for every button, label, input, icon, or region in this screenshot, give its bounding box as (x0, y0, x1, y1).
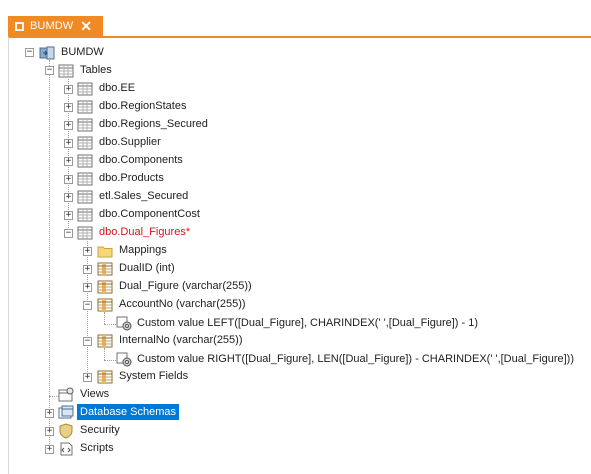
field-icon (97, 334, 113, 348)
tree-node-table[interactable]: dbo.EE (96, 79, 138, 97)
expand-table-expander[interactable]: + (64, 85, 73, 94)
table-icon (77, 100, 93, 114)
views-label[interactable]: Views (77, 386, 112, 402)
tables-folder-icon (58, 64, 74, 78)
shield-icon (59, 423, 73, 439)
database-icon (39, 46, 55, 60)
scripts-icon (60, 442, 73, 456)
project-tree: − BUMDW − Tables + dbo.EE + dbo.RegionSt… (0, 0, 591, 474)
tree-node-field[interactable]: AccountNo (varchar(255)) (116, 295, 249, 313)
tree-node-table[interactable]: etl.Sales_Secured (96, 187, 191, 205)
table-icon (77, 118, 93, 132)
expand-field-expander[interactable]: + (83, 283, 92, 292)
tree-node-scripts[interactable]: Scripts (77, 439, 117, 457)
expand-security-expander[interactable]: + (45, 427, 54, 436)
expand-table-expander[interactable]: + (64, 121, 73, 130)
tree-root-node[interactable]: BUMDW (58, 43, 107, 61)
tree-node-table[interactable]: dbo.Regions_Secured (96, 115, 211, 133)
tree-node-field[interactable]: DualID (int) (116, 259, 178, 277)
custom-value-icon (116, 316, 132, 331)
field-label[interactable]: Dual_Figure (varchar(255)) (116, 278, 255, 294)
collapse-field-expander[interactable]: − (83, 301, 92, 310)
security-label[interactable]: Security (77, 422, 123, 438)
field-icon (97, 262, 113, 276)
custom-value-label[interactable]: Custom value RIGHT([Dual_Figure], LEN([D… (134, 351, 577, 367)
expand-table-expander[interactable]: + (64, 175, 73, 184)
tree-node-table[interactable]: dbo.Components (96, 151, 186, 169)
table-label[interactable]: dbo.ComponentCost (96, 206, 203, 222)
schemas-label[interactable]: Database Schemas (77, 404, 179, 420)
tree-node-tables[interactable]: Tables (77, 61, 115, 79)
tree-node-table[interactable]: dbo.Products (96, 169, 167, 187)
tree-node-views[interactable]: Views (77, 385, 112, 403)
tree-guide-line (49, 60, 50, 450)
field-label[interactable]: AccountNo (varchar(255)) (116, 296, 249, 312)
table-label[interactable]: dbo.Regions_Secured (96, 116, 211, 132)
collapse-root-expander[interactable]: − (25, 48, 34, 57)
tree-guide-line (104, 312, 105, 324)
tree-node-table[interactable]: dbo.ComponentCost (96, 205, 203, 223)
tree-node-custom-value[interactable]: Custom value LEFT([Dual_Figure], CHARIND… (134, 314, 481, 332)
expand-mappings-expander[interactable]: + (83, 247, 92, 256)
expand-scripts-expander[interactable]: + (45, 445, 54, 454)
tree-node-custom-value[interactable]: Custom value RIGHT([Dual_Figure], LEN([D… (134, 350, 577, 368)
collapse-table-expander[interactable]: − (64, 229, 73, 238)
expand-system-fields-expander[interactable]: + (83, 373, 92, 382)
collapse-tables-expander[interactable]: − (45, 66, 54, 75)
table-label[interactable]: dbo.Components (96, 152, 186, 168)
expand-table-expander[interactable]: + (64, 193, 73, 202)
tree-node-mappings[interactable]: Mappings (116, 241, 170, 259)
table-icon (77, 208, 93, 222)
table-icon (77, 226, 93, 240)
table-label[interactable]: dbo.EE (96, 80, 138, 96)
table-label-modified[interactable]: dbo.Dual_Figures* (96, 224, 193, 240)
table-icon (77, 136, 93, 150)
tables-label[interactable]: Tables (77, 62, 115, 78)
table-label[interactable]: dbo.Supplier (96, 134, 164, 150)
system-fields-icon (97, 370, 113, 384)
folder-icon (97, 246, 113, 258)
tree-node-security[interactable]: Security (77, 421, 123, 439)
views-icon (58, 387, 74, 402)
expand-table-expander[interactable]: + (64, 139, 73, 148)
table-icon (77, 172, 93, 186)
table-label[interactable]: etl.Sales_Secured (96, 188, 191, 204)
mappings-label[interactable]: Mappings (116, 242, 170, 258)
schemas-icon (58, 405, 74, 419)
scripts-label[interactable]: Scripts (77, 440, 117, 456)
system-fields-label[interactable]: System Fields (116, 368, 191, 384)
field-label[interactable]: DualID (int) (116, 260, 178, 276)
table-label[interactable]: dbo.RegionStates (96, 98, 189, 114)
custom-value-label[interactable]: Custom value LEFT([Dual_Figure], CHARIND… (134, 315, 481, 331)
tree-guide-line (104, 348, 105, 360)
expand-table-expander[interactable]: + (64, 157, 73, 166)
custom-value-icon (116, 352, 132, 367)
table-icon (77, 82, 93, 96)
root-label[interactable]: BUMDW (58, 44, 107, 60)
tree-node-table[interactable]: dbo.Supplier (96, 133, 164, 151)
tree-node-field[interactable]: InternalNo (varchar(255)) (116, 331, 246, 349)
tree-node-field[interactable]: Dual_Figure (varchar(255)) (116, 277, 255, 295)
tree-node-table[interactable]: dbo.RegionStates (96, 97, 189, 115)
table-label[interactable]: dbo.Products (96, 170, 167, 186)
expand-field-expander[interactable]: + (83, 265, 92, 274)
table-icon (77, 154, 93, 168)
tree-node-table-dual-figures[interactable]: dbo.Dual_Figures* (96, 223, 193, 241)
collapse-field-expander[interactable]: − (83, 337, 92, 346)
field-label[interactable]: InternalNo (varchar(255)) (116, 332, 246, 348)
field-icon (97, 298, 113, 312)
expand-table-expander[interactable]: + (64, 211, 73, 220)
table-icon (77, 190, 93, 204)
tree-node-database-schemas[interactable]: Database Schemas (77, 403, 179, 421)
expand-schemas-expander[interactable]: + (45, 409, 54, 418)
field-icon (97, 280, 113, 294)
tree-node-system-fields[interactable]: System Fields (116, 367, 191, 385)
expand-table-expander[interactable]: + (64, 103, 73, 112)
